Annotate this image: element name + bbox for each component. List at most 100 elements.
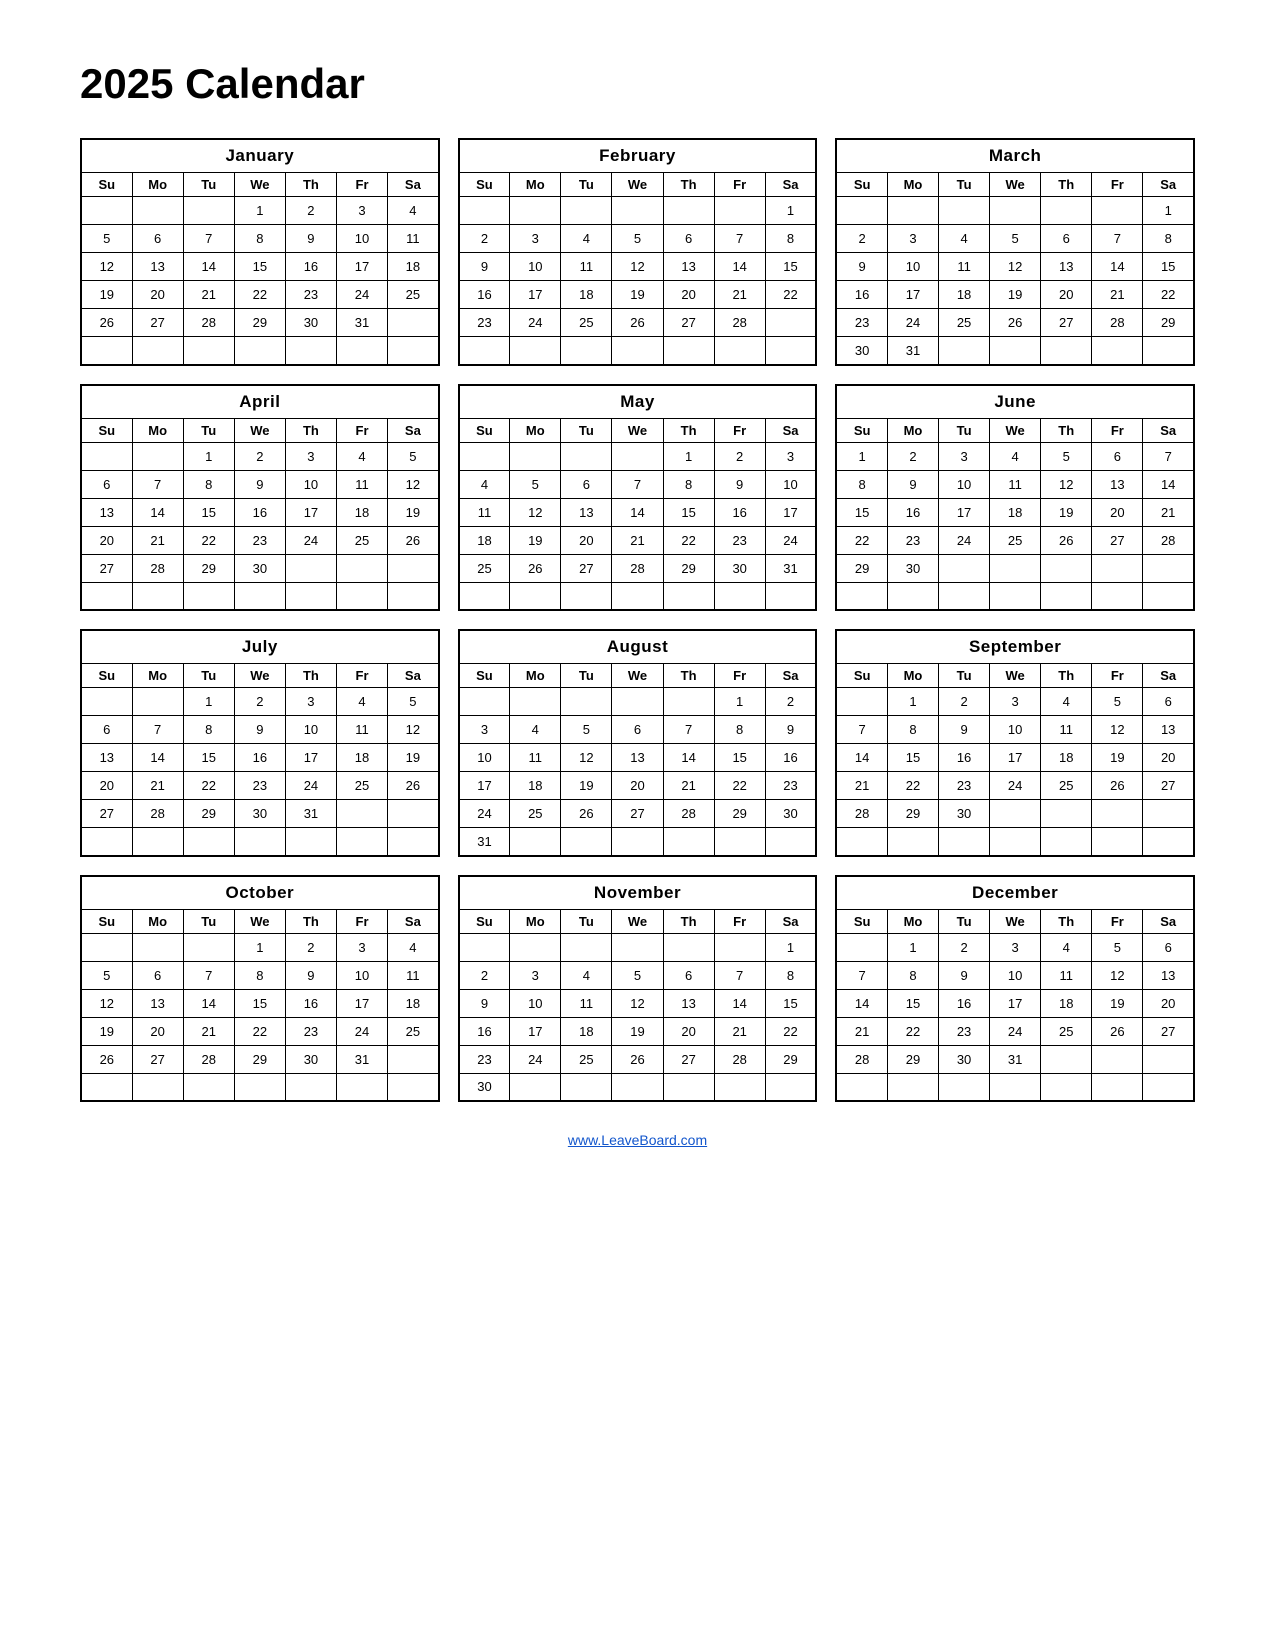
day-cell: 6: [1041, 225, 1092, 253]
day-cell: 22: [714, 772, 765, 800]
day-cell: 5: [388, 688, 439, 716]
day-cell: 10: [510, 989, 561, 1017]
day-cell: 28: [612, 554, 663, 582]
day-header-fr: Fr: [1092, 909, 1143, 933]
day-cell: 18: [1041, 989, 1092, 1017]
day-cell: 2: [459, 225, 510, 253]
day-cell: 13: [81, 498, 132, 526]
day-cell: 2: [765, 688, 816, 716]
day-cell: 13: [663, 253, 714, 281]
day-cell: 16: [459, 1017, 510, 1045]
month-name-april: April: [81, 385, 439, 419]
day-cell: 12: [612, 253, 663, 281]
day-cell: 21: [714, 1017, 765, 1045]
day-cell: 10: [285, 470, 336, 498]
day-cell: 10: [336, 225, 387, 253]
day-header-th: Th: [285, 664, 336, 688]
day-cell: 7: [836, 961, 887, 989]
week-row: 123456: [836, 688, 1194, 716]
day-cell: [81, 1073, 132, 1101]
week-row: 9101112131415: [459, 989, 817, 1017]
day-header-we: We: [234, 909, 285, 933]
day-cell: [1143, 1045, 1194, 1073]
day-cell: 20: [561, 526, 612, 554]
day-cell: [388, 828, 439, 856]
day-cell: 19: [1092, 744, 1143, 772]
month-table-august: AugustSuMoTuWeThFrSa12345678910111213141…: [458, 629, 818, 857]
day-cell: 16: [234, 744, 285, 772]
day-cell: 26: [990, 309, 1041, 337]
month-name-may: May: [459, 385, 817, 419]
day-cell: 2: [459, 961, 510, 989]
day-cell: [1143, 1073, 1194, 1101]
month-table-june: JuneSuMoTuWeThFrSa1234567891011121314151…: [835, 384, 1195, 612]
day-cell: 16: [285, 253, 336, 281]
month-table-february: FebruarySuMoTuWeThFrSa123456789101112131…: [458, 138, 818, 366]
day-cell: 16: [765, 744, 816, 772]
day-cell: [1041, 582, 1092, 610]
day-cell: 8: [836, 470, 887, 498]
day-cell: 25: [939, 309, 990, 337]
day-cell: 18: [336, 498, 387, 526]
day-cell: [887, 582, 938, 610]
day-cell: [81, 337, 132, 365]
day-cell: 6: [81, 716, 132, 744]
day-header-we: We: [234, 664, 285, 688]
day-cell: [1092, 800, 1143, 828]
day-cell: 21: [132, 772, 183, 800]
day-cell: 4: [510, 716, 561, 744]
day-cell: 5: [561, 716, 612, 744]
day-cell: [81, 582, 132, 610]
day-header-tu: Tu: [183, 664, 234, 688]
day-cell: 18: [561, 1017, 612, 1045]
day-cell: 11: [1041, 961, 1092, 989]
day-cell: [336, 1073, 387, 1101]
day-cell: 9: [459, 253, 510, 281]
day-cell: 6: [663, 225, 714, 253]
day-cell: 15: [234, 989, 285, 1017]
day-cell: 14: [1143, 470, 1194, 498]
day-cell: [990, 828, 1041, 856]
day-header-sa: Sa: [765, 909, 816, 933]
day-cell: 11: [990, 470, 1041, 498]
day-cell: 1: [183, 688, 234, 716]
day-header-tu: Tu: [561, 664, 612, 688]
day-cell: [510, 688, 561, 716]
day-header-su: Su: [81, 909, 132, 933]
day-cell: 29: [765, 1045, 816, 1073]
day-header-fr: Fr: [1092, 173, 1143, 197]
month-table-april: AprilSuMoTuWeThFrSa123456789101112131415…: [80, 384, 440, 612]
day-header-th: Th: [663, 664, 714, 688]
day-cell: 9: [765, 716, 816, 744]
day-cell: 26: [388, 772, 439, 800]
day-cell: 16: [234, 498, 285, 526]
day-cell: 27: [132, 1045, 183, 1073]
day-cell: 21: [714, 281, 765, 309]
day-cell: 9: [285, 225, 336, 253]
day-cell: 14: [663, 744, 714, 772]
day-cell: 4: [388, 933, 439, 961]
week-row: [81, 582, 439, 610]
footer-link[interactable]: www.LeaveBoard.com: [568, 1132, 707, 1148]
day-cell: [1092, 337, 1143, 365]
day-cell: 8: [887, 961, 938, 989]
day-cell: 20: [132, 281, 183, 309]
day-cell: 28: [183, 1045, 234, 1073]
day-cell: 20: [663, 1017, 714, 1045]
day-header-sa: Sa: [1143, 173, 1194, 197]
day-cell: 7: [836, 716, 887, 744]
day-cell: [612, 197, 663, 225]
day-cell: [836, 828, 887, 856]
day-cell: 3: [285, 442, 336, 470]
week-row: [81, 1073, 439, 1101]
day-cell: 2: [234, 442, 285, 470]
day-cell: 25: [561, 1045, 612, 1073]
week-row: 3031: [836, 337, 1194, 365]
day-cell: 21: [612, 526, 663, 554]
day-header-su: Su: [836, 664, 887, 688]
day-cell: 17: [990, 989, 1041, 1017]
day-cell: 10: [510, 253, 561, 281]
day-cell: 21: [1143, 498, 1194, 526]
week-row: 2728293031: [81, 800, 439, 828]
day-cell: [939, 197, 990, 225]
